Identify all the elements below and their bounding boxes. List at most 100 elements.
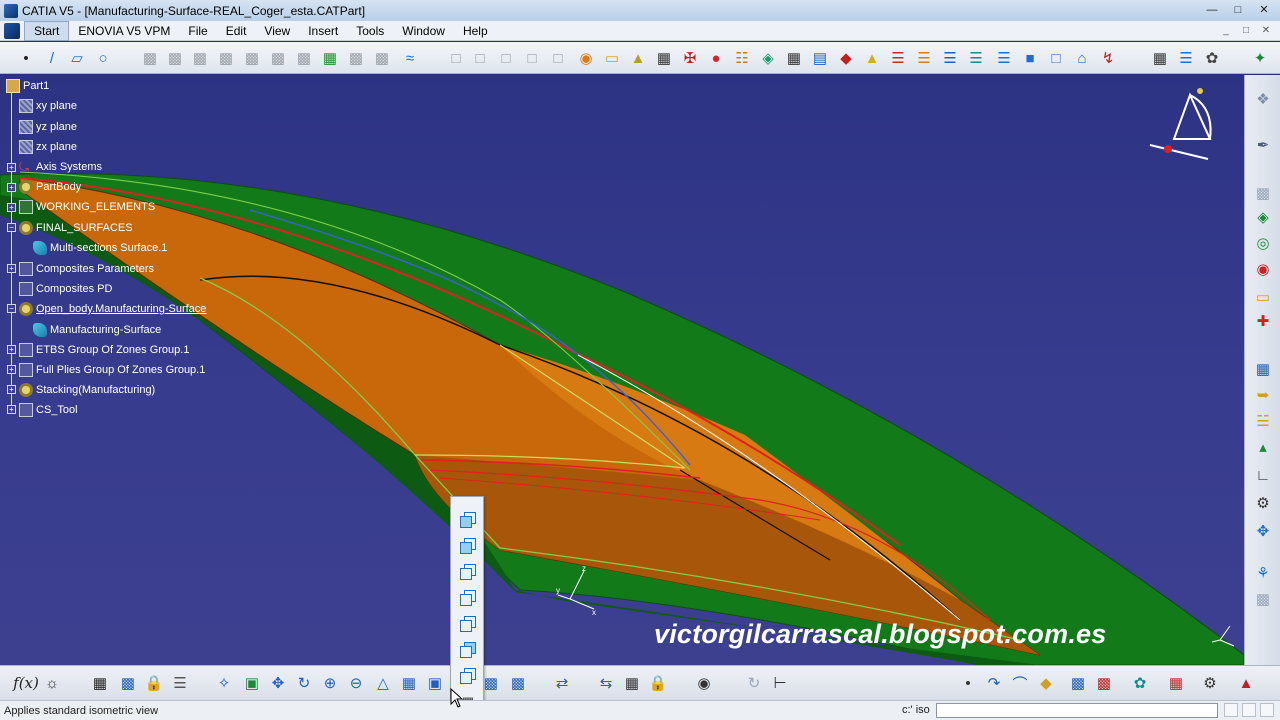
connect-icon[interactable]: ⌒	[1010, 673, 1030, 693]
tree-node-axis-systems[interactable]: ⤿ Axis Systems	[19, 158, 102, 176]
thickness-icon[interactable]: ▦	[320, 48, 340, 68]
table-bottom-icon[interactable]: ▦	[90, 673, 110, 693]
circle-icon[interactable]: ○	[93, 48, 113, 68]
catalog-icon[interactable]: ▩	[118, 673, 138, 693]
tree-node-manufacturing-surface[interactable]: Manufacturing-Surface	[33, 321, 161, 339]
fillet-icon[interactable]: ▩	[346, 48, 366, 68]
lock-selection-icon[interactable]: 🔒	[648, 673, 668, 693]
menu-enovia[interactable]: ENOVIA V5 VPM	[69, 21, 179, 41]
expand-etbs-group-icon[interactable]: +	[7, 345, 16, 354]
sketch-tracer-icon[interactable]: ✒	[1253, 135, 1273, 155]
ply-group-icon[interactable]: ☰	[888, 48, 908, 68]
tree-node-yz-plane[interactable]: yz plane	[19, 118, 77, 136]
rosette-icon[interactable]: ✠	[680, 48, 700, 68]
transform-icon[interactable]: ≈	[400, 48, 420, 68]
drop-off-icon[interactable]: ▲	[862, 48, 882, 68]
normal-view-icon[interactable]: △	[373, 673, 393, 693]
slot-icon[interactable]: ▩	[294, 48, 314, 68]
grid-panel-icon[interactable]: ▦	[1253, 359, 1273, 379]
collapse-open-body-icon[interactable]: −	[7, 304, 16, 313]
status-button-2[interactable]	[1242, 703, 1256, 717]
split-ply-icon[interactable]: ⚙	[1253, 493, 1273, 513]
home-icon[interactable]: ⌂	[1072, 48, 1092, 68]
expand-working-elements-icon[interactable]: +	[7, 203, 16, 212]
transition-zone-icon[interactable]: ▴	[1253, 437, 1273, 457]
tree-node-etbs-group[interactable]: ETBS Group Of Zones Group.1	[19, 341, 189, 359]
explode-icon[interactable]: ☰	[940, 48, 960, 68]
tree-node-final-surfaces[interactable]: FINAL_SURFACES	[19, 219, 133, 237]
export-ply-icon[interactable]: ▩	[1253, 589, 1273, 609]
mapping-icon[interactable]: ✿	[1130, 673, 1150, 693]
menu-insert[interactable]: Insert	[299, 21, 347, 41]
expand-axis-systems-icon[interactable]: +	[7, 163, 16, 172]
sew-icon[interactable]: □	[496, 48, 516, 68]
zoom-in-icon[interactable]: ⊕	[320, 673, 340, 693]
menu-window[interactable]: Window	[393, 21, 454, 41]
bottom-view-button[interactable]	[456, 665, 480, 687]
expand-full-plies-group-icon[interactable]: +	[7, 365, 16, 374]
producibility-icon[interactable]: ☰	[994, 48, 1014, 68]
groove-icon[interactable]: ▩	[216, 48, 236, 68]
core-icon[interactable]: ◆	[836, 48, 856, 68]
tree-node-xy-plane[interactable]: xy plane	[19, 97, 77, 115]
tree-root[interactable]: Part1	[6, 77, 49, 95]
tree-node-multi-sections-surface[interactable]: Multi-sections Surface.1	[33, 239, 167, 257]
menu-view[interactable]: View	[255, 21, 299, 41]
pan-icon[interactable]: ✥	[268, 673, 288, 693]
left-view-button[interactable]	[456, 587, 480, 609]
darts-icon[interactable]: ✥	[1253, 521, 1273, 541]
flatten-icon[interactable]: ☰	[966, 48, 986, 68]
hole-icon[interactable]: ▩	[242, 48, 262, 68]
cylinder-icon[interactable]: ◉	[576, 48, 596, 68]
expand-partbody-icon[interactable]: +	[7, 183, 16, 192]
front-view-button[interactable]	[456, 535, 480, 557]
isometric-view-button[interactable]	[456, 509, 480, 531]
compass-icon[interactable]	[1142, 87, 1218, 167]
fly-mode-icon[interactable]: ✧	[214, 673, 234, 693]
expand-stacking-icon[interactable]: +	[7, 385, 16, 394]
core-sampling-icon[interactable]: ◎	[1253, 233, 1273, 253]
tree-node-partbody[interactable]: PartBody	[19, 178, 81, 196]
fit-all-icon[interactable]: ▣	[242, 673, 262, 693]
numerical-analysis-icon[interactable]: ■	[1020, 48, 1040, 68]
update-icon[interactable]: ↻	[744, 673, 764, 693]
options-icon[interactable]: ☰	[1176, 48, 1196, 68]
back-view-button[interactable]	[456, 561, 480, 583]
tree-node-open-body[interactable]: Open_body.Manufacturing-Surface	[19, 300, 206, 318]
shaft-icon[interactable]: ▩	[190, 48, 210, 68]
flatten-panel-icon[interactable]: ⚘	[1253, 563, 1273, 583]
shading-icon[interactable]: ▩	[481, 673, 501, 693]
rotate-icon[interactable]: ↻	[294, 673, 314, 693]
thickness-analysis-icon[interactable]: ▭	[1253, 287, 1273, 307]
slash-box-icon[interactable]: ▤	[810, 48, 830, 68]
menu-file[interactable]: File	[179, 21, 216, 41]
menu-start[interactable]: Start	[24, 20, 70, 41]
swap-visible-icon[interactable]: ⇆	[596, 673, 616, 693]
doc-restore-icon[interactable]: □	[1238, 23, 1254, 39]
angle-icon[interactable]: ∟	[1253, 465, 1273, 485]
formula-icon[interactable]: f(x)	[13, 673, 39, 693]
plane-tool-icon[interactable]: ▱	[67, 48, 87, 68]
cut-piece-icon[interactable]: ✚	[1253, 311, 1273, 331]
stack-icon[interactable]: ☰	[914, 48, 934, 68]
composites-workbench-icon[interactable]: ❖	[1253, 89, 1273, 109]
tree-node-full-plies-group[interactable]: Full Plies Group Of Zones Group.1	[19, 361, 205, 379]
doc-minimize-icon[interactable]: _	[1218, 23, 1234, 39]
sketcher-icon[interactable]: ✿	[1202, 48, 1222, 68]
menu-edit[interactable]: Edit	[217, 21, 256, 41]
close-button[interactable]: ✕	[1252, 2, 1276, 18]
curvature-icon[interactable]: ▩	[1094, 673, 1114, 693]
limit-contour-icon[interactable]: ➥	[1253, 385, 1273, 405]
zoom-out-icon[interactable]: ⊖	[346, 673, 366, 693]
top-view-button[interactable]	[456, 639, 480, 661]
line-icon[interactable]: /	[42, 48, 62, 68]
tree-node-zx-plane[interactable]: zx plane	[19, 138, 77, 156]
knowledge-icon[interactable]: ☼	[42, 673, 62, 693]
multi-view-icon[interactable]: ▦	[399, 673, 419, 693]
dot-icon[interactable]: •	[958, 673, 978, 693]
iso-view-icon[interactable]: ▣	[425, 673, 445, 693]
seed-point-icon[interactable]: ☱	[1253, 411, 1273, 431]
layup-icon[interactable]: ◈	[758, 48, 778, 68]
status-button-1[interactable]	[1224, 703, 1238, 717]
capture-icon[interactable]: ◉	[694, 673, 714, 693]
